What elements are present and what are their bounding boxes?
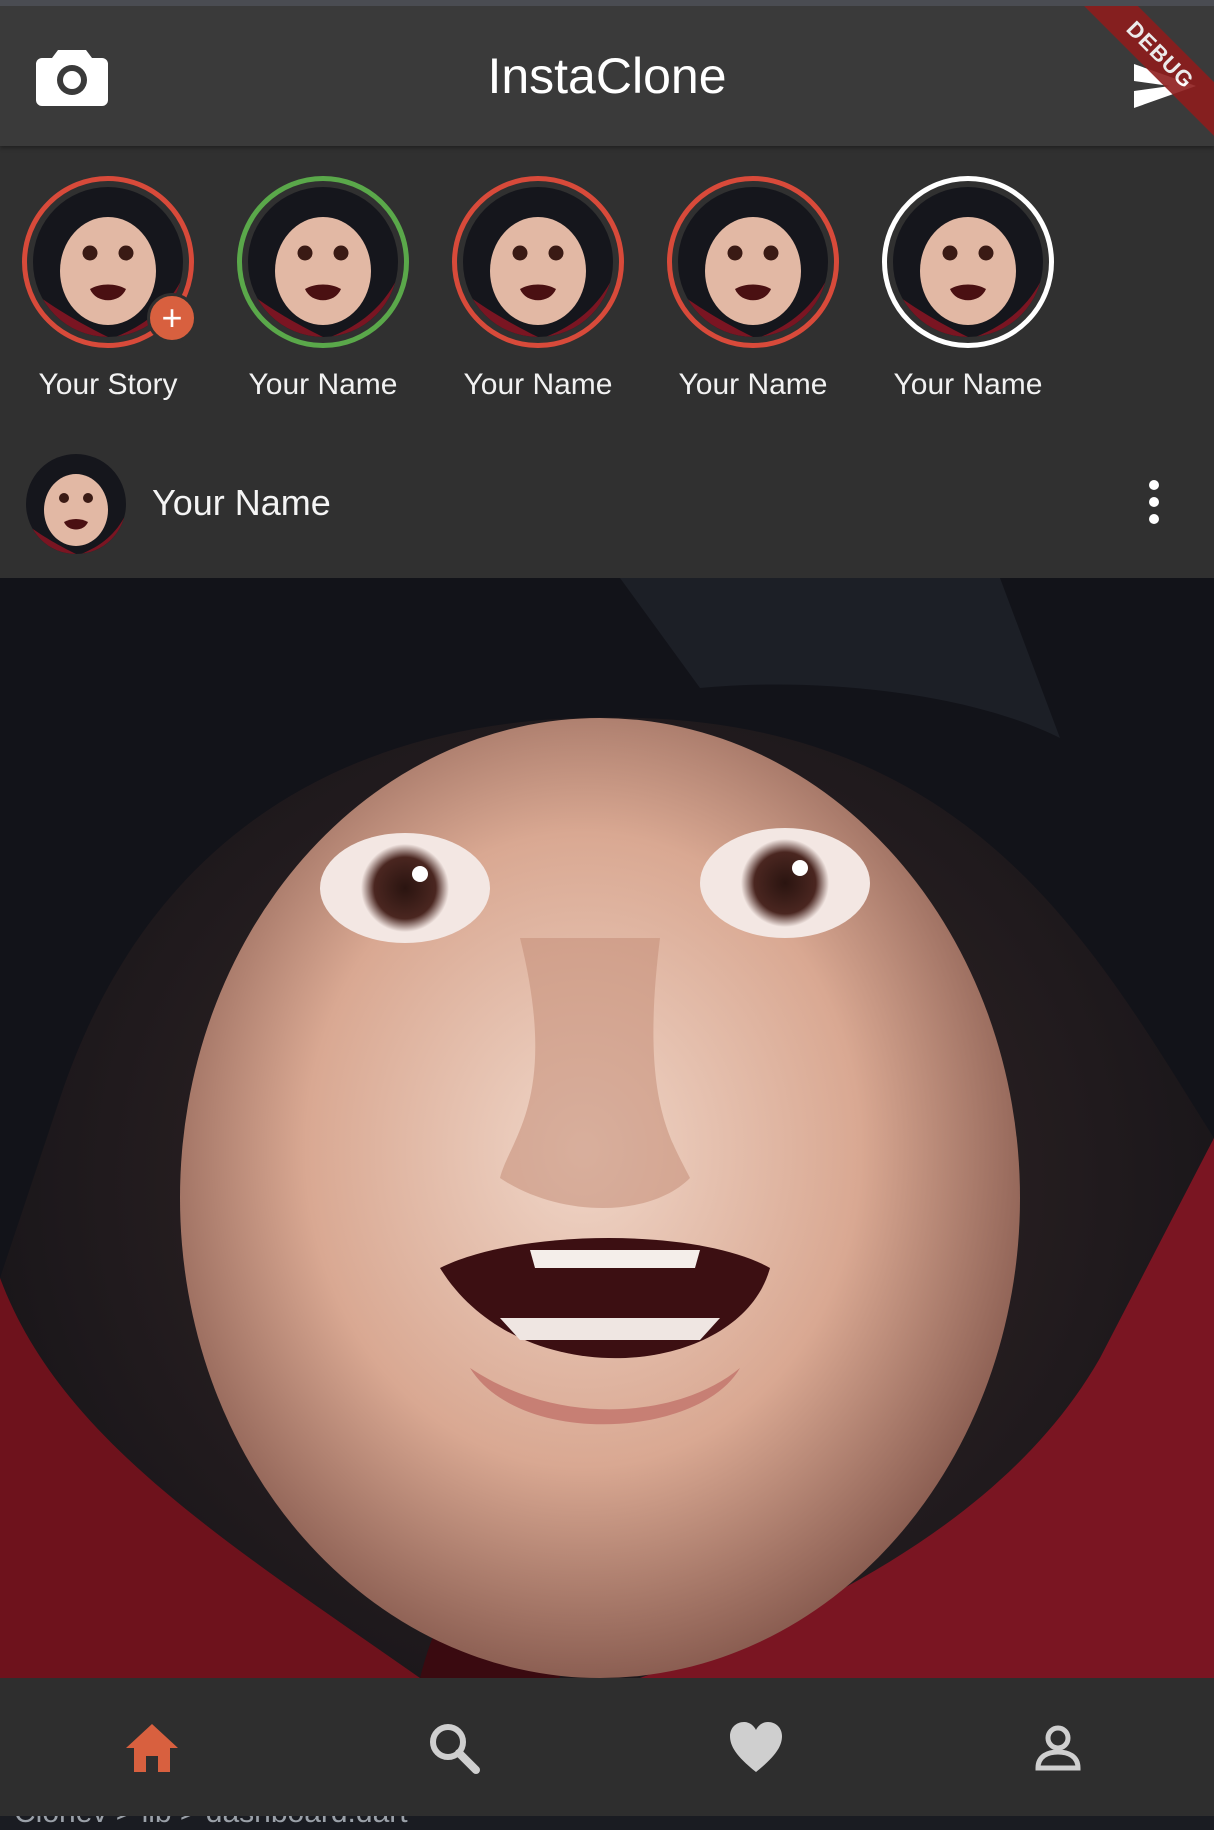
nav-home-button[interactable] — [122, 1718, 182, 1778]
story-label: Your Name — [678, 368, 828, 401]
story-ring — [882, 176, 1054, 348]
post-image[interactable] — [0, 578, 1214, 1678]
post-header: Your Name — [0, 426, 1214, 578]
child-portrait-photo — [0, 578, 1214, 1678]
more-options-button[interactable] — [1142, 476, 1166, 528]
post-username[interactable]: Your Name — [152, 482, 331, 524]
story-label: Your Name — [463, 368, 613, 401]
story-ring — [667, 176, 839, 348]
story-item[interactable]: Your Name — [645, 176, 845, 416]
story-avatar — [893, 187, 1043, 337]
story-ring: + — [22, 176, 197, 348]
story-item[interactable]: Your Name — [215, 176, 415, 416]
nav-profile-button[interactable] — [1028, 1718, 1088, 1778]
add-story-icon[interactable]: + — [147, 293, 197, 343]
story-avatar — [463, 187, 613, 337]
story-item[interactable]: Your Name — [430, 176, 630, 416]
app-window: InstaClone DEBUG + Your Story Your Name — [0, 6, 1214, 1816]
heart-icon — [730, 1722, 782, 1772]
bottom-navigation — [0, 1678, 1214, 1816]
story-ring — [237, 176, 409, 348]
more-vert-icon — [1149, 480, 1159, 490]
story-label: Your Name — [248, 368, 398, 401]
app-bar: InstaClone DEBUG — [0, 6, 1214, 146]
post-author-avatar[interactable] — [26, 454, 126, 554]
app-title: InstaClone — [487, 48, 727, 104]
search-icon — [430, 1724, 480, 1774]
person-icon — [1035, 1725, 1081, 1771]
more-vert-icon-dot — [1149, 497, 1159, 507]
story-item-your-story[interactable]: + Your Story — [0, 176, 200, 416]
more-vert-icon-dot — [1149, 514, 1159, 524]
story-label: Your Name — [893, 368, 1043, 401]
home-icon — [126, 1724, 178, 1772]
story-avatar — [248, 187, 398, 337]
story-avatar — [678, 187, 828, 337]
story-item[interactable]: Your Name — [860, 176, 1060, 416]
story-label: Your Story — [38, 368, 178, 401]
stories-row[interactable]: + Your Story Your Name Your Name Your Na… — [0, 146, 1214, 426]
nav-activity-button[interactable] — [726, 1718, 786, 1778]
nav-search-button[interactable] — [424, 1718, 484, 1778]
story-ring — [452, 176, 624, 348]
